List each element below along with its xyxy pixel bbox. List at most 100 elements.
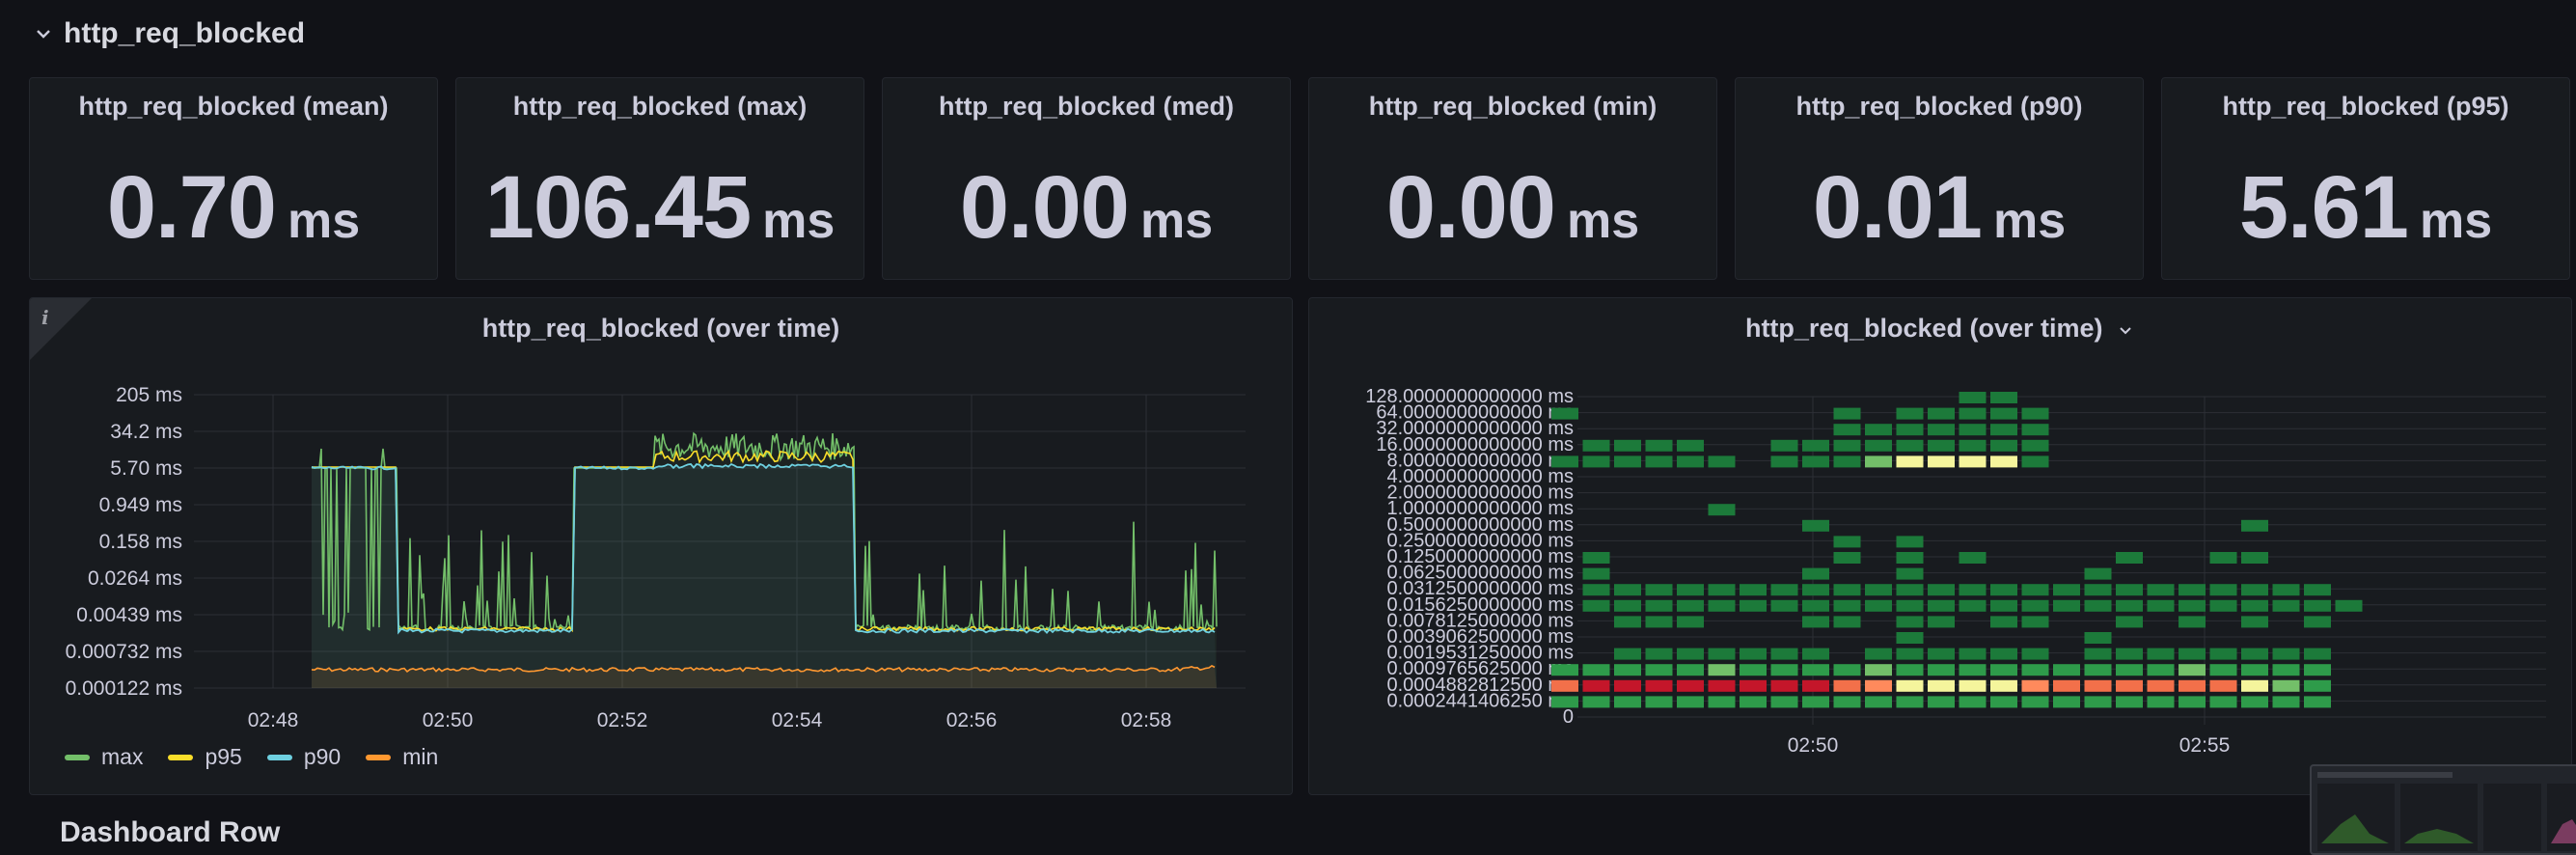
heatmap-cell[interactable]: [1990, 696, 2017, 708]
legend-item[interactable]: min: [366, 744, 438, 770]
heatmap-cell[interactable]: [1990, 455, 2017, 468]
heatmap-cell[interactable]: [2241, 552, 2268, 564]
heatmap-cell[interactable]: [1865, 424, 1892, 436]
heatmap-cell[interactable]: [2304, 648, 2331, 660]
row-header[interactable]: http_req_blocked: [33, 12, 305, 56]
heatmap-cell[interactable]: [1896, 455, 1924, 468]
heatmap-cell[interactable]: [1959, 424, 1987, 436]
heatmap-cell[interactable]: [1865, 455, 1892, 468]
heatmap-cell[interactable]: [1896, 567, 1924, 580]
heatmap-cell[interactable]: [2053, 599, 2080, 612]
heatmap-cell[interactable]: [1896, 424, 1924, 436]
heatmap-cell[interactable]: [1614, 616, 1641, 628]
heatmap-cell[interactable]: [1770, 664, 1798, 676]
heatmap-cell[interactable]: [1770, 439, 1798, 452]
heatmap-cell[interactable]: [1928, 599, 1955, 612]
heatmap-cell[interactable]: [1896, 584, 1924, 596]
heatmap-cell[interactable]: [1645, 664, 1673, 676]
heatmap-chart[interactable]: 128.0000000000000 ms64.0000000000000 ms3…: [1309, 298, 2572, 795]
dashboard-minimap[interactable]: [2310, 764, 2576, 855]
heatmap-cell[interactable]: [1959, 407, 1987, 420]
heatmap-cell[interactable]: [1959, 648, 1987, 660]
heatmap-cell[interactable]: [2084, 584, 2112, 596]
heatmap-cell[interactable]: [1802, 584, 1829, 596]
heatmap-cell[interactable]: [1645, 648, 1673, 660]
heatmap-cell[interactable]: [1959, 599, 1987, 612]
heatmap-cell[interactable]: [1833, 664, 1861, 676]
heatmap-cell[interactable]: [1833, 407, 1861, 420]
heatmap-cell[interactable]: [1896, 536, 1924, 548]
heatmap-cell[interactable]: [1677, 664, 1704, 676]
heatmap-cell[interactable]: [2053, 664, 2080, 676]
heatmap-cell[interactable]: [2116, 679, 2143, 692]
heatmap-cell[interactable]: [2272, 696, 2300, 708]
heatmap-cell[interactable]: [1770, 679, 1798, 692]
heatmap-cell[interactable]: [1833, 424, 1861, 436]
legend-item[interactable]: p95: [168, 744, 242, 770]
heatmap-cell[interactable]: [2272, 599, 2300, 612]
heatmap-cell[interactable]: [1928, 439, 1955, 452]
heatmap-cell[interactable]: [2241, 616, 2268, 628]
heatmap-cell[interactable]: [1959, 664, 1987, 676]
heatmap-cell[interactable]: [2304, 584, 2331, 596]
heatmap-cell[interactable]: [2209, 584, 2237, 596]
heatmap-cell[interactable]: [2116, 552, 2143, 564]
heatmap-cell[interactable]: [1928, 424, 1955, 436]
heatmap-cell[interactable]: [1959, 455, 1987, 468]
heatmap-cell[interactable]: [2021, 407, 2049, 420]
heatmap-cell[interactable]: [1677, 648, 1704, 660]
heatmap-cell[interactable]: [1959, 696, 1987, 708]
heatmap-cell[interactable]: [1833, 455, 1861, 468]
heatmap-cell[interactable]: [2241, 696, 2268, 708]
heatmap-cell[interactable]: [1614, 696, 1641, 708]
heatmap-cell[interactable]: [1896, 664, 1924, 676]
heatmap-cell[interactable]: [1990, 407, 2017, 420]
heatmap-cell[interactable]: [2304, 696, 2331, 708]
heatmap-cell[interactable]: [2209, 648, 2237, 660]
heatmap-cell[interactable]: [1551, 696, 1578, 708]
heatmap-cell[interactable]: [1802, 648, 1829, 660]
heatmap-cell[interactable]: [2021, 679, 2049, 692]
heatmap-cell[interactable]: [1614, 648, 1641, 660]
heatmap-cell[interactable]: [2116, 696, 2143, 708]
heatmap-cell[interactable]: [2147, 584, 2175, 596]
next-row-title[interactable]: Dashboard Row: [60, 816, 280, 849]
heatmap-cell[interactable]: [1802, 679, 1829, 692]
heatmap-cell[interactable]: [2021, 439, 2049, 452]
heatmap-cell[interactable]: [1582, 599, 1610, 612]
heatmap-cell[interactable]: [1802, 616, 1829, 628]
heatmap-cell[interactable]: [2304, 679, 2331, 692]
heatmap-cell[interactable]: [1708, 664, 1736, 676]
heatmap-cell[interactable]: [2272, 679, 2300, 692]
heatmap-cell[interactable]: [1896, 552, 1924, 564]
heatmap-cell[interactable]: [1645, 696, 1673, 708]
heatmap-cell[interactable]: [1614, 679, 1641, 692]
heatmap-cell[interactable]: [1645, 599, 1673, 612]
heatmap-cell[interactable]: [1770, 599, 1798, 612]
heatmap-cell[interactable]: [1959, 552, 1987, 564]
heatmap-cell[interactable]: [1708, 696, 1736, 708]
heatmap-cell[interactable]: [2084, 648, 2112, 660]
heatmap-cell[interactable]: [1896, 439, 1924, 452]
heatmap-cell[interactable]: [2147, 599, 2175, 612]
heatmap-cell[interactable]: [1551, 455, 1578, 468]
heatmap-cell[interactable]: [1802, 439, 1829, 452]
stat-panel[interactable]: http_req_blocked (max) 106.45 ms: [455, 77, 864, 280]
heatmap-cell[interactable]: [1740, 696, 1767, 708]
heatmap-cell[interactable]: [1928, 664, 1955, 676]
heatmap-cell[interactable]: [1677, 599, 1704, 612]
heatmap-cell[interactable]: [1833, 552, 1861, 564]
heatmap-cell[interactable]: [1645, 584, 1673, 596]
heatmap-cell[interactable]: [1740, 648, 1767, 660]
heatmap-cell[interactable]: [1833, 584, 1861, 596]
heatmap-cell[interactable]: [1614, 664, 1641, 676]
heatmap-cell[interactable]: [1896, 632, 1924, 644]
heatmap-cell[interactable]: [1614, 599, 1641, 612]
heatmap-cell[interactable]: [2084, 664, 2112, 676]
heatmap-cell[interactable]: [1959, 584, 1987, 596]
heatmap-cell[interactable]: [2209, 552, 2237, 564]
heatmap-cell[interactable]: [2116, 599, 2143, 612]
heatmap-cell[interactable]: [1865, 696, 1892, 708]
heatmap-cell[interactable]: [1865, 679, 1892, 692]
heatmap-cell[interactable]: [1865, 599, 1892, 612]
